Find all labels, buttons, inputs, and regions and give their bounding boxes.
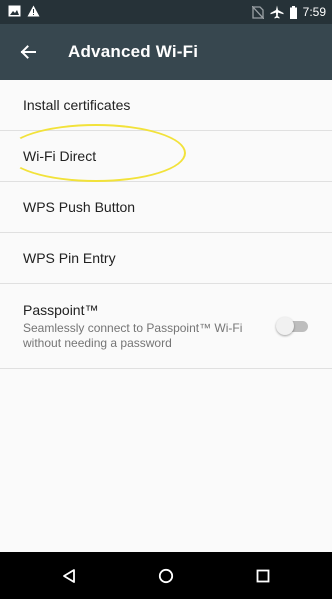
page-title: Advanced Wi-Fi — [68, 42, 199, 61]
no-sim-icon — [251, 5, 264, 19]
wifi-direct-item[interactable]: Wi-Fi Direct — [0, 131, 332, 182]
nav-home-button[interactable] — [146, 556, 186, 596]
passpoint-title: Passpoint™ — [23, 301, 99, 318]
wps-push-button-label: WPS Push Button — [23, 199, 136, 215]
recents-square-icon — [256, 569, 270, 582]
advanced-wifi-settings-list: Install certificates Wi-Fi Direct WPS Pu… — [0, 80, 332, 369]
image-icon — [8, 5, 21, 20]
navigation-bar — [0, 552, 332, 599]
wps-push-button-item[interactable]: WPS Push Button — [0, 182, 332, 233]
toggle-thumb — [276, 317, 294, 335]
status-left-icons — [8, 5, 40, 20]
status-right-icons: 7:59 — [251, 5, 326, 19]
install-certificates-item[interactable]: Install certificates — [0, 80, 332, 131]
airplane-icon — [270, 5, 284, 19]
wifi-direct-label: Wi-Fi Direct — [23, 148, 97, 164]
status-bar: 7:59 — [0, 0, 332, 24]
nav-back-button[interactable] — [49, 556, 89, 596]
install-certificates-label: Install certificates — [23, 97, 131, 113]
passpoint-toggle[interactable] — [276, 316, 310, 336]
passpoint-subtitle: Seamlessly connect to Passpoint™ Wi-Fi w… — [23, 320, 243, 350]
status-time: 7:59 — [302, 5, 326, 19]
passpoint-text: Passpoint™ Seamlessly connect to Passpoi… — [23, 302, 263, 351]
arrow-left-icon — [20, 45, 36, 59]
alert-icon — [27, 5, 40, 20]
wps-pin-entry-item[interactable]: WPS Pin Entry — [0, 233, 332, 284]
back-triangle-icon — [62, 568, 75, 583]
back-button[interactable] — [16, 40, 40, 64]
wps-pin-entry-label: WPS Pin Entry — [23, 250, 116, 266]
app-bar: Advanced Wi-Fi — [0, 24, 332, 80]
passpoint-item[interactable]: Passpoint™ Seamlessly connect to Passpoi… — [0, 284, 332, 369]
battery-icon — [289, 5, 297, 19]
nav-recents-button[interactable] — [243, 556, 283, 596]
home-circle-icon — [158, 568, 174, 583]
